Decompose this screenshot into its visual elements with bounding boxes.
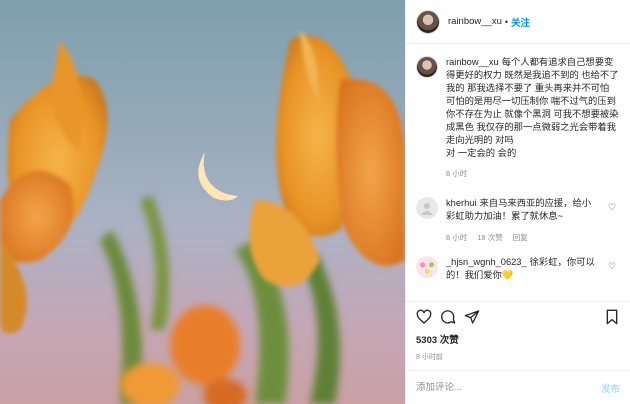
- post-photo[interactable]: [0, 0, 405, 404]
- caption-body: rainbow__xu 每个人都有追求自己想要变得更好的权力 既然是我追不到的 也…: [446, 56, 620, 160]
- right-flower: [249, 30, 405, 287]
- caption: rainbow__xu 每个人都有追求自己想要变得更好的权力 既然是我追不到的 也…: [416, 56, 620, 160]
- post-actions: 5303 次赞 8 小时前: [406, 301, 630, 370]
- comment-body: _hjsn_wgnh_0623_ 徐彩虹，你可以的！我们爱你💛: [446, 256, 600, 282]
- comment-icon[interactable]: [440, 309, 456, 325]
- add-comment-bar: 发布: [406, 370, 630, 404]
- left-flower: [0, 40, 108, 334]
- crescent-moon: [198, 152, 238, 201]
- comment-like-icon[interactable]: ♡: [608, 256, 620, 282]
- comment-likes[interactable]: 18 次赞: [477, 231, 502, 244]
- comment-username[interactable]: kherhui: [446, 198, 477, 208]
- caption-meta: 8 小时: [446, 168, 620, 179]
- photo-artwork: [0, 30, 405, 404]
- comment-body: kherhui 来自马来西亚的应援，给小彩虹助力加油！累了就休息~ 8 小时 18…: [446, 197, 600, 244]
- heart-icon[interactable]: [416, 309, 432, 325]
- comment-reply[interactable]: 回复: [513, 231, 528, 244]
- caption-avatar[interactable]: [416, 56, 438, 78]
- default-user-icon: [421, 203, 433, 215]
- comment-like-icon[interactable]: ♡: [608, 197, 620, 244]
- comment-avatar[interactable]: [416, 256, 438, 278]
- caption-username[interactable]: rainbow__xu: [446, 57, 499, 67]
- comment-avatar[interactable]: [416, 197, 438, 219]
- comment-meta: 8 小时 18 次赞 回复: [446, 231, 600, 244]
- comments-list: rainbow__xu 每个人都有追求自己想要变得更好的权力 既然是我追不到的 也…: [406, 44, 630, 301]
- follow-button[interactable]: 关注: [511, 15, 530, 29]
- author-username[interactable]: rainbow__xu: [448, 16, 502, 27]
- caption-text-line2: 对 一定会的 会的: [446, 148, 517, 158]
- comment-username[interactable]: _hjsn_wgnh_0623_: [446, 257, 527, 267]
- bookmark-icon[interactable]: [604, 309, 620, 325]
- post-comment-button[interactable]: 发布: [601, 381, 620, 395]
- action-icons: [416, 302, 620, 332]
- comment-input[interactable]: [416, 382, 601, 393]
- likes-count[interactable]: 5303 次赞: [416, 332, 620, 346]
- post-header: rainbow__xu • 关注: [406, 0, 630, 44]
- post-side-panel: rainbow__xu • 关注 rainbow__xu 每个人都有追求自己想要变…: [405, 0, 630, 404]
- author-avatar[interactable]: [416, 9, 440, 34]
- caption-time: 8 小时: [446, 169, 468, 178]
- share-icon[interactable]: [464, 309, 480, 325]
- instagram-post: rainbow__xu • 关注 rainbow__xu 每个人都有追求自己想要变…: [0, 0, 630, 404]
- post-time: 8 小时前: [416, 354, 443, 361]
- caption-text: 每个人都有追求自己想要变得更好的权力 既然是我追不到的 也给不了我的 那我选择不…: [446, 57, 619, 145]
- comment-item: kherhui 来自马来西亚的应援，给小彩虹助力加油！累了就休息~ 8 小时 18…: [416, 197, 620, 244]
- comment-time: 8 小时: [446, 233, 468, 242]
- comment-item: _hjsn_wgnh_0623_ 徐彩虹，你可以的！我们爱你💛 ♡: [416, 256, 620, 282]
- header-separator: •: [504, 16, 509, 27]
